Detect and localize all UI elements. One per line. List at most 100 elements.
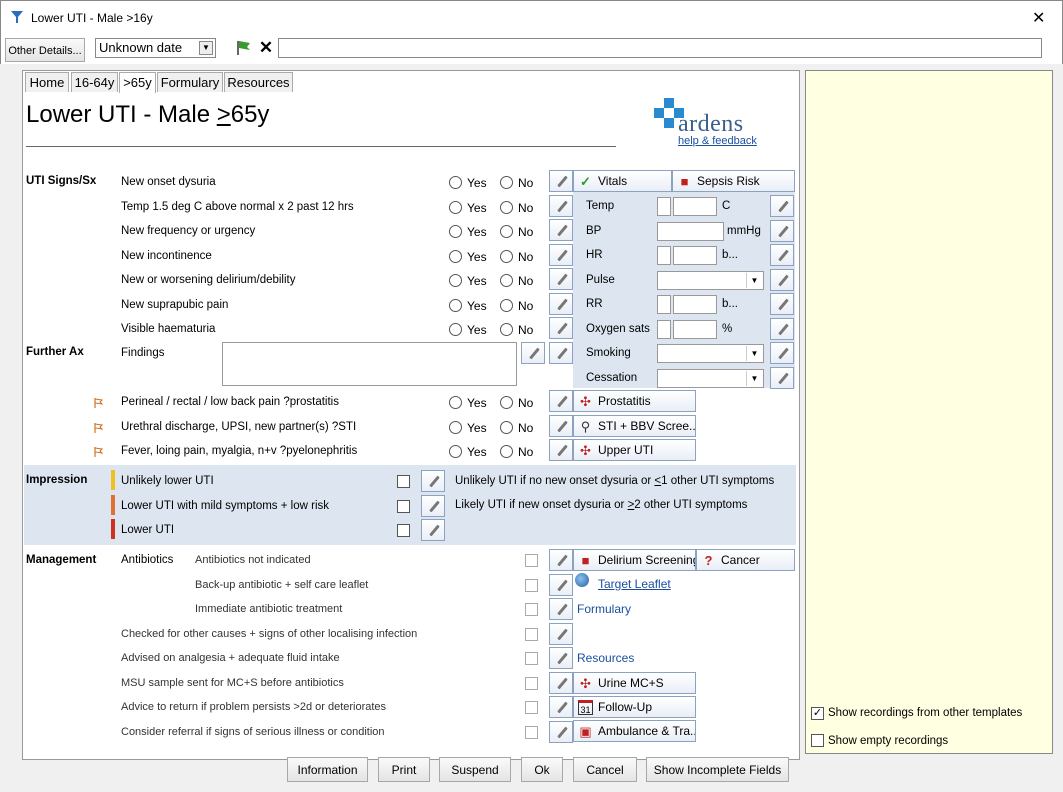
tab-65y[interactable]: >65y xyxy=(119,72,156,93)
management-checkbox[interactable] xyxy=(525,554,538,567)
pencil-icon[interactable] xyxy=(549,268,573,290)
pencil-icon[interactable] xyxy=(770,317,794,340)
pencil-icon[interactable] xyxy=(549,720,573,743)
further-button[interactable]: ✣ Prostatitis xyxy=(573,390,696,412)
management-checkbox[interactable] xyxy=(525,725,538,739)
follow-up-button[interactable]: 31 Follow-Up xyxy=(573,696,696,718)
vital-field[interactable] xyxy=(657,221,724,241)
management-checkbox[interactable] xyxy=(525,603,538,616)
pencil-icon[interactable] xyxy=(421,494,445,517)
suspend-button[interactable]: Suspend xyxy=(439,757,511,782)
pencil-icon[interactable] xyxy=(421,470,445,492)
pencil-icon[interactable] xyxy=(421,519,445,541)
further-no-radio[interactable] xyxy=(500,445,513,458)
vital-field-prefix[interactable] xyxy=(657,319,671,339)
management-checkbox[interactable] xyxy=(525,676,538,690)
urine-mcs-button[interactable]: ✣ Urine MC+S xyxy=(573,672,696,694)
pencil-icon[interactable] xyxy=(770,244,794,266)
further-no-radio[interactable] xyxy=(500,420,513,434)
sign-yes-radio[interactable] xyxy=(449,249,462,263)
impression-checkbox[interactable] xyxy=(397,475,410,488)
pencil-icon[interactable] xyxy=(549,317,573,339)
help-feedback-link[interactable]: help & feedback xyxy=(678,135,757,147)
sign-no-radio[interactable] xyxy=(500,274,513,287)
print-button[interactable]: Print xyxy=(378,757,430,782)
pencil-icon[interactable] xyxy=(770,219,794,242)
sign-no-radio[interactable] xyxy=(500,298,513,312)
impression-checkbox[interactable] xyxy=(397,499,410,513)
sign-yes-radio[interactable] xyxy=(449,298,462,312)
sign-no-radio[interactable] xyxy=(500,176,513,189)
sign-yes-radio[interactable] xyxy=(449,274,462,287)
sign-yes-radio[interactable] xyxy=(449,200,462,214)
sign-no-radio[interactable] xyxy=(500,323,513,336)
pencil-icon[interactable] xyxy=(770,342,794,364)
show-incomplete-button[interactable]: Show Incomplete Fields xyxy=(646,757,789,782)
resources-link[interactable]: Resources xyxy=(577,651,634,665)
sign-no-radio[interactable] xyxy=(500,200,513,214)
vital-field[interactable] xyxy=(673,197,717,216)
show-empty-checkbox[interactable] xyxy=(811,734,824,747)
pencil-icon[interactable] xyxy=(549,671,573,694)
chevron-down-icon[interactable]: ▼ xyxy=(199,41,213,55)
findings-pencil-icon[interactable] xyxy=(521,342,545,364)
vital-combo[interactable]: ▼ xyxy=(657,368,764,388)
cancel-button[interactable]: Cancel xyxy=(573,757,637,782)
formulary-link[interactable]: Formulary xyxy=(577,602,631,616)
pencil-icon[interactable] xyxy=(549,573,573,596)
cancer-button[interactable]: ? Cancer xyxy=(696,549,795,571)
chevron-down-icon[interactable]: ▼ xyxy=(746,272,762,288)
pencil-icon[interactable] xyxy=(549,243,573,266)
pencil-icon[interactable] xyxy=(549,194,573,217)
ok-button[interactable]: Ok xyxy=(521,757,563,782)
tab-sepsis-risk[interactable]: ■ Sepsis Risk xyxy=(672,170,795,192)
pencil-icon[interactable] xyxy=(549,170,573,192)
clear-icon[interactable]: ✕ xyxy=(257,38,275,58)
pencil-icon[interactable] xyxy=(770,293,794,315)
vital-field[interactable] xyxy=(673,246,717,265)
management-checkbox[interactable] xyxy=(525,701,538,714)
tab-resources[interactable]: Resources xyxy=(224,72,293,92)
further-button[interactable]: ⚲ STI + BBV Scree... xyxy=(573,414,696,437)
vital-field-prefix[interactable] xyxy=(657,197,671,216)
vital-field[interactable] xyxy=(673,319,717,339)
pencil-icon[interactable] xyxy=(549,219,573,241)
sign-yes-radio[interactable] xyxy=(449,225,462,238)
pencil-icon[interactable] xyxy=(549,598,573,620)
insert-text-icon[interactable] xyxy=(549,342,573,364)
pencil-icon[interactable] xyxy=(770,195,794,217)
pencil-icon[interactable] xyxy=(549,390,573,412)
tab-formulary[interactable]: Formulary xyxy=(157,72,223,92)
pencil-icon[interactable] xyxy=(770,366,794,389)
pencil-icon[interactable] xyxy=(549,696,573,718)
pencil-icon[interactable] xyxy=(549,647,573,669)
vital-field[interactable] xyxy=(673,295,717,314)
impression-checkbox[interactable] xyxy=(397,524,410,537)
information-button[interactable]: Information xyxy=(287,757,368,782)
further-no-radio[interactable] xyxy=(500,396,513,409)
vital-field-prefix[interactable] xyxy=(657,295,671,314)
vital-combo[interactable]: ▼ xyxy=(657,270,764,290)
vital-combo[interactable]: ▼ xyxy=(657,344,764,363)
further-yes-radio[interactable] xyxy=(449,445,462,458)
sign-yes-radio[interactable] xyxy=(449,176,462,189)
management-checkbox[interactable] xyxy=(525,627,538,641)
vital-field-prefix[interactable] xyxy=(657,246,671,265)
sign-no-radio[interactable] xyxy=(500,225,513,238)
show-other-checkbox[interactable]: ✓ xyxy=(811,707,824,720)
ambulance-button[interactable]: ▣ Ambulance & Tra... xyxy=(573,720,696,742)
tab-home[interactable]: Home xyxy=(25,72,69,92)
sign-no-radio[interactable] xyxy=(500,249,513,263)
pencil-icon[interactable] xyxy=(549,622,573,645)
delirium-screening-button[interactable]: ■ Delirium Screening xyxy=(573,549,696,571)
note-input[interactable] xyxy=(278,38,1042,58)
tab-vitals[interactable]: ✓ Vitals xyxy=(573,170,672,192)
tab-16-64y[interactable]: 16-64y xyxy=(71,72,118,92)
close-icon[interactable]: ✕ xyxy=(1032,8,1045,28)
chevron-down-icon[interactable]: ▼ xyxy=(746,370,762,386)
management-checkbox[interactable] xyxy=(525,578,538,592)
further-button[interactable]: ✣ Upper UTI xyxy=(573,439,696,461)
findings-textarea[interactable] xyxy=(222,342,517,386)
date-select[interactable]: Unknown date ▼ xyxy=(95,38,216,58)
pencil-icon[interactable] xyxy=(549,549,573,571)
